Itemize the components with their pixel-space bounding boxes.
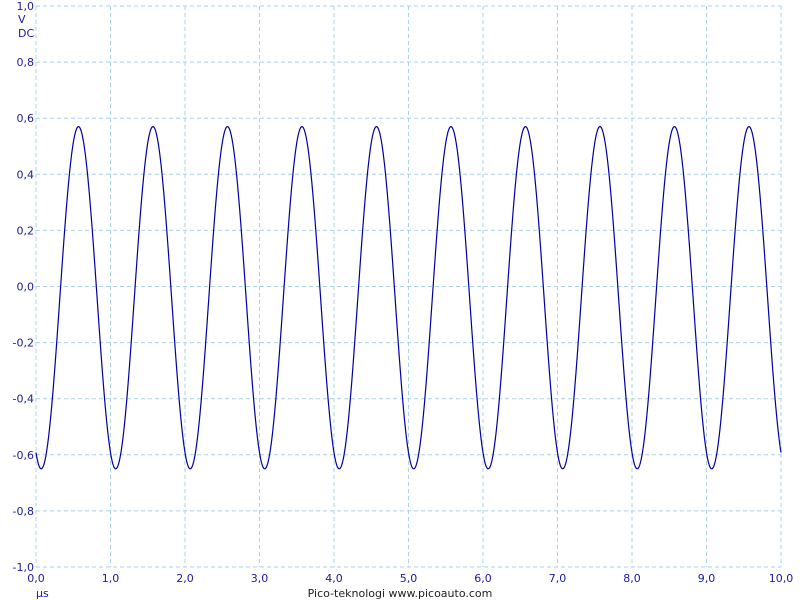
y-unit-label-v: V: [18, 13, 26, 26]
x-tick-label: 7,0: [549, 572, 567, 585]
y-unit-label-dc: DC: [18, 27, 34, 40]
oscilloscope-chart: 1,00,80,60,40,20,0-0,2-0,4-0,6-0,8-1,0 0…: [13, 0, 794, 600]
y-tick-label: 0,6: [17, 112, 35, 125]
x-tick-label: 4,0: [325, 572, 343, 585]
y-tick-label: -0,4: [13, 393, 34, 406]
y-tick-label: 1,0: [17, 0, 35, 13]
y-tick-label: 0,0: [17, 281, 35, 294]
x-tick-label: 8,0: [623, 572, 641, 585]
x-tick-label: 10,0: [769, 572, 794, 585]
y-tick-label: 0,4: [17, 168, 35, 181]
y-tick-label: 0,2: [17, 224, 35, 237]
x-unit-label: µs: [36, 587, 49, 600]
y-axis-ticks: 1,00,80,60,40,20,0-0,2-0,4-0,6-0,8-1,0: [13, 0, 34, 574]
x-tick-label: 9,0: [698, 572, 716, 585]
y-tick-label: -0,2: [13, 337, 34, 350]
y-tick-label: -0,6: [13, 449, 34, 462]
x-tick-label: 1,0: [102, 572, 120, 585]
y-tick-label: 0,8: [17, 56, 35, 69]
branding-footer: Pico-teknologi www.picoauto.com: [308, 587, 493, 600]
x-tick-label: 0,0: [27, 572, 45, 585]
y-axis-unit: V DC: [18, 13, 34, 40]
grid-layer: [35, 5, 782, 568]
x-tick-label: 5,0: [400, 572, 418, 585]
x-tick-label: 3,0: [251, 572, 269, 585]
y-tick-label: -0,8: [13, 505, 34, 518]
x-axis-ticks: 0,0 1,0 2,0 3,0 4,0 5,0 6,0 7,0 8,0 9,0 10,0: [27, 572, 793, 585]
x-tick-label: 2,0: [176, 572, 194, 585]
x-tick-label: 6,0: [474, 572, 492, 585]
